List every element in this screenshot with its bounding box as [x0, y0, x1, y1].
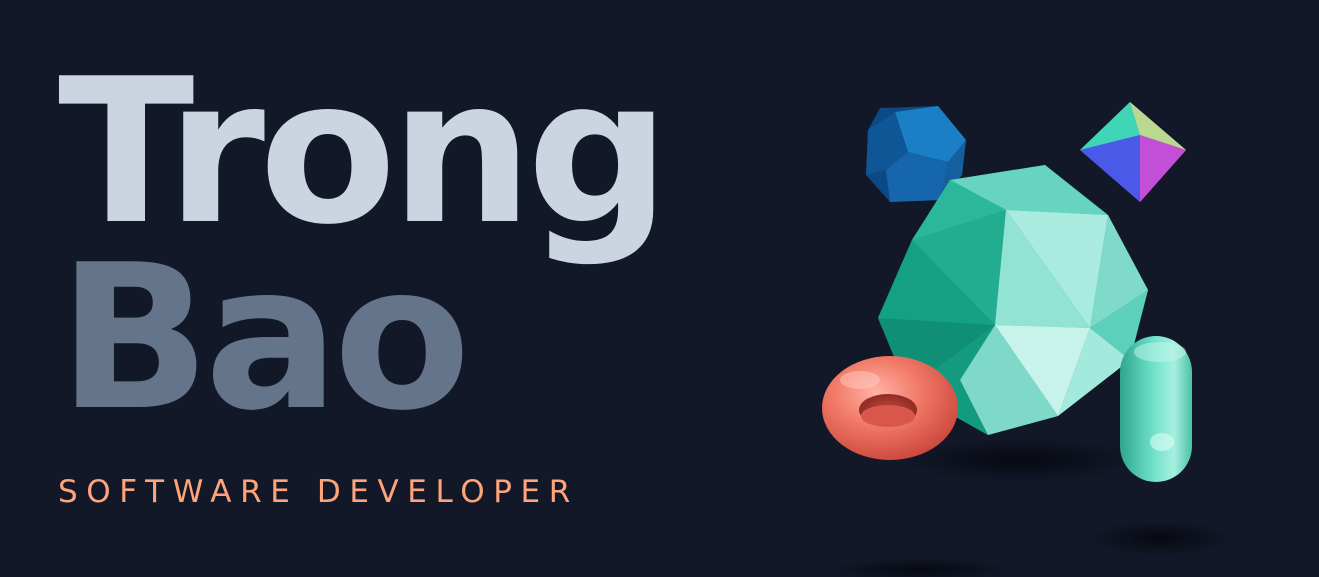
capsule-shadow [1090, 520, 1230, 556]
3d-shapes-scene [790, 90, 1230, 577]
floor-shadow [830, 558, 1010, 577]
octahedron-shape [1080, 102, 1186, 202]
torus-shape [822, 356, 958, 460]
name-first-line: Trong [58, 36, 670, 269]
hero-section: Trong Bao SOFTWARE DEVELOPER [0, 0, 1319, 577]
capsule-shape [1120, 336, 1192, 482]
role-subtitle: SOFTWARE DEVELOPER [58, 474, 579, 510]
hero-name: Trong Bao [58, 36, 670, 455]
name-last-line: Bao [58, 222, 471, 455]
